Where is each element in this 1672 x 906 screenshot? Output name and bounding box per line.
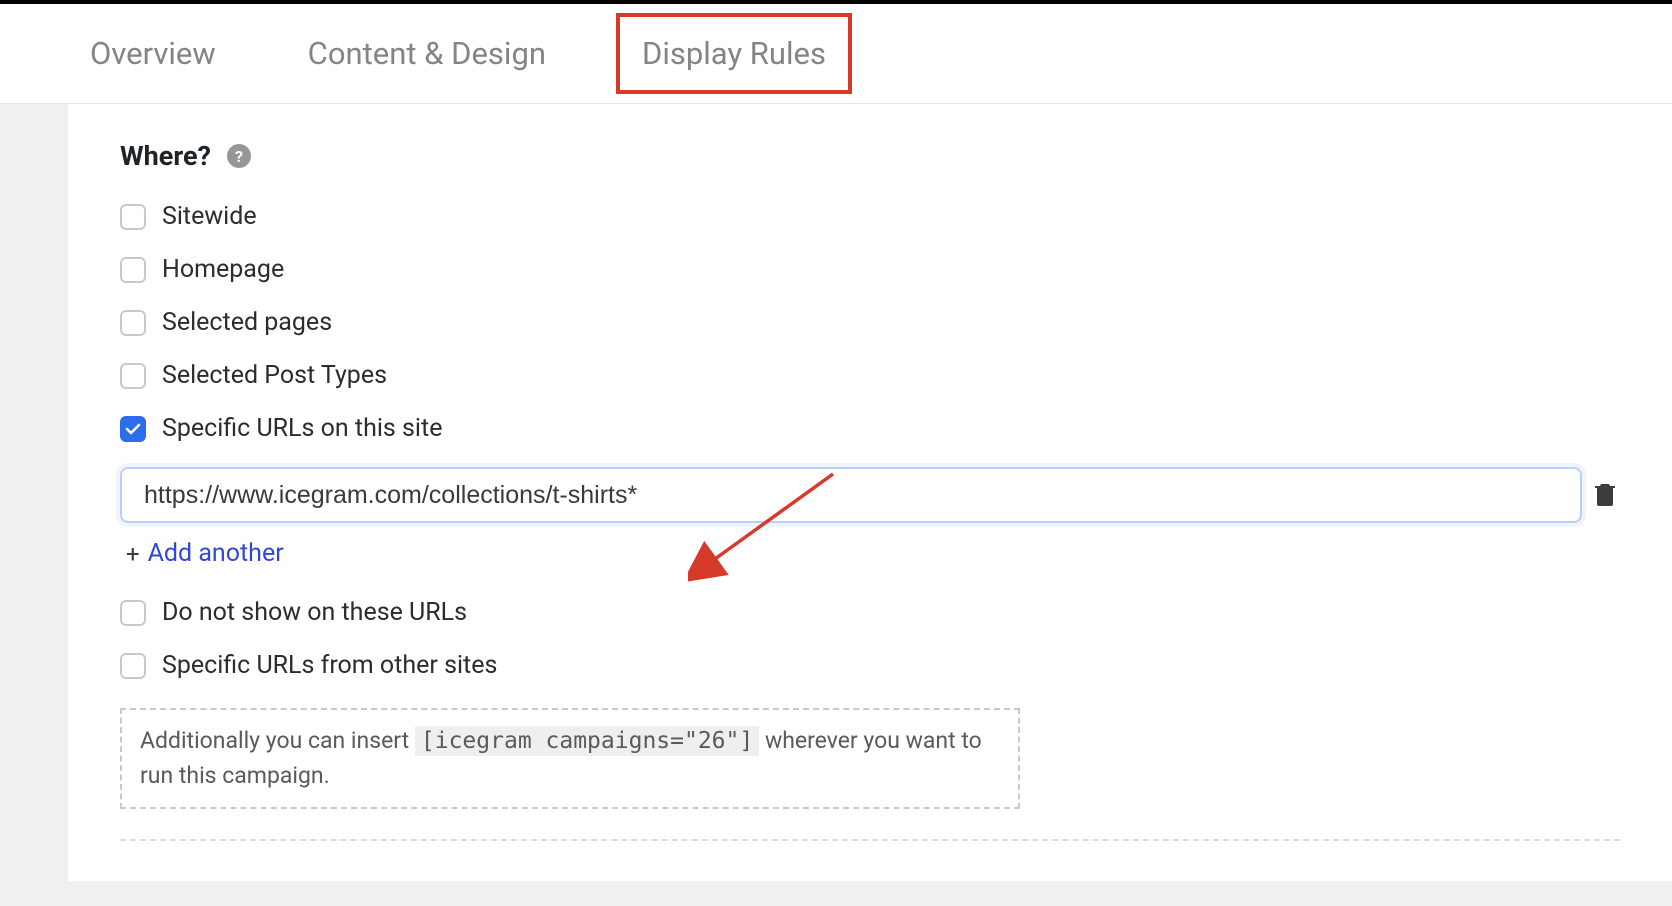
label-selected-pages: Selected pages	[162, 308, 332, 337]
display-rules-panel: Where? ? Sitewide Homepage Selected page…	[68, 104, 1672, 881]
label-other-sites: Specific URLs from other sites	[162, 651, 497, 680]
label-do-not-show: Do not show on these URLs	[162, 598, 467, 627]
where-heading: Where? ?	[120, 140, 1620, 172]
tab-overview[interactable]: Overview	[68, 17, 238, 90]
option-do-not-show[interactable]: Do not show on these URLs	[120, 598, 1620, 627]
checkbox-other-sites[interactable]	[120, 653, 146, 679]
option-selected-pages[interactable]: Selected pages	[120, 308, 1620, 337]
option-selected-post-types[interactable]: Selected Post Types	[120, 361, 1620, 390]
shortcode-info-box: Additionally you can insert [icegram cam…	[120, 708, 1020, 809]
option-specific-urls[interactable]: Specific URLs on this site	[120, 414, 1620, 443]
info-prefix: Additionally you can insert	[140, 727, 415, 754]
checkbox-selected-pages[interactable]	[120, 310, 146, 336]
tab-display-rules[interactable]: Display Rules	[616, 13, 852, 94]
option-other-sites[interactable]: Specific URLs from other sites	[120, 651, 1620, 680]
help-icon[interactable]: ?	[227, 144, 251, 168]
checkbox-selected-post-types[interactable]	[120, 363, 146, 389]
add-another-link[interactable]: Add another	[148, 539, 284, 568]
label-sitewide: Sitewide	[162, 202, 257, 231]
checkbox-sitewide[interactable]	[120, 204, 146, 230]
plus-icon: +	[126, 540, 140, 568]
label-specific-urls: Specific URLs on this site	[162, 414, 442, 443]
url-input-row	[120, 467, 1620, 523]
shortcode-text: [icegram campaigns="26"]	[415, 726, 759, 756]
url-input[interactable]	[120, 467, 1582, 523]
where-heading-text: Where?	[120, 140, 211, 172]
tab-content-design[interactable]: Content & Design	[286, 17, 568, 90]
tab-bar: Overview Content & Design Display Rules	[0, 0, 1672, 104]
option-homepage[interactable]: Homepage	[120, 255, 1620, 284]
label-selected-post-types: Selected Post Types	[162, 361, 387, 390]
content-area: Where? ? Sitewide Homepage Selected page…	[0, 104, 1672, 906]
trash-icon[interactable]	[1594, 482, 1620, 508]
add-another-row[interactable]: + Add another	[120, 539, 1620, 568]
checkbox-specific-urls[interactable]	[120, 416, 146, 442]
checkbox-do-not-show[interactable]	[120, 600, 146, 626]
option-sitewide[interactable]: Sitewide	[120, 202, 1620, 231]
checkbox-homepage[interactable]	[120, 257, 146, 283]
section-divider	[120, 839, 1620, 841]
label-homepage: Homepage	[162, 255, 284, 284]
